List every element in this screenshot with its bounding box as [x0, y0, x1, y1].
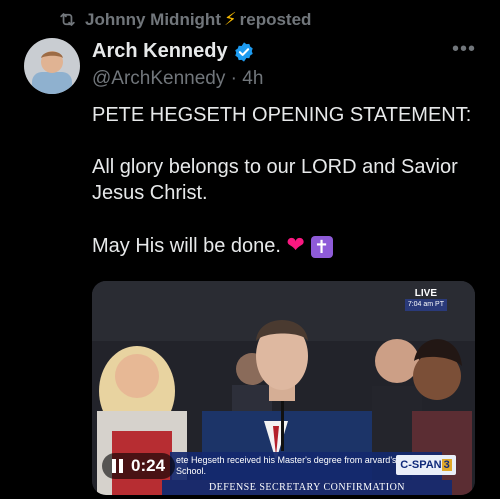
author-row: Arch Kennedy — [92, 40, 255, 63]
tweet-line-3: May His will be done. ❤ ✝ — [92, 232, 482, 259]
tweet-text: PETE HEGSETH OPENING STATEMENT: All glor… — [92, 102, 482, 285]
author-name[interactable]: Arch Kennedy — [92, 40, 228, 63]
tweet-line-1: PETE HEGSETH OPENING STATEMENT: — [92, 104, 472, 126]
verified-badge-icon — [234, 41, 253, 62]
repost-header: Johnny Midnight ⚡ reposted — [58, 9, 311, 30]
more-options-icon[interactable]: ••• — [452, 38, 476, 61]
network-logo: C-SPAN 3 — [396, 455, 456, 475]
reposter-name[interactable]: Johnny Midnight — [85, 10, 221, 30]
heart-emoji-icon: ❤ — [286, 232, 305, 257]
separator: · — [230, 68, 237, 89]
latin-cross-emoji-icon: ✝ — [310, 235, 333, 258]
video-banner: DEFENSE SECRETARY CONFIRMATION — [162, 480, 452, 495]
post-time[interactable]: 4h — [242, 68, 263, 89]
lightning-bolt-icon: ⚡ — [223, 9, 237, 29]
reposted-label: reposted — [239, 9, 312, 29]
video-player[interactable]: LIVE 7:04 am PT ete Hegseth received his… — [92, 281, 475, 495]
repost-icon — [60, 13, 75, 26]
playback-control[interactable]: 0:24 — [102, 453, 176, 479]
handle-row: @ArchKennedy · 4h — [92, 68, 263, 90]
avatar[interactable] — [24, 38, 80, 94]
tweet-line-2: All glory belongs to our LORD and Savior… — [92, 156, 458, 204]
live-indicator: LIVE 7:04 am PT — [404, 289, 447, 311]
pause-icon[interactable] — [112, 459, 123, 473]
video-timestamp: 0:24 — [131, 456, 166, 475]
author-handle[interactable]: @ArchKennedy — [92, 68, 225, 89]
